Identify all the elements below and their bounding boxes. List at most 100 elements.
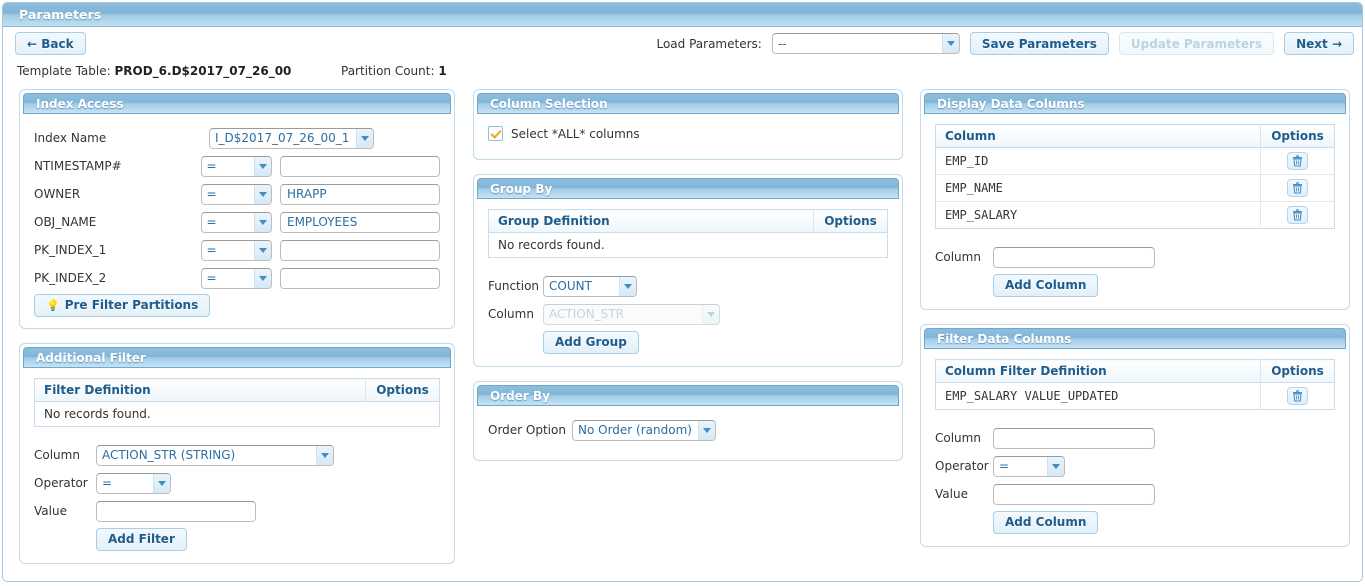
column-header-options: Options (365, 378, 440, 402)
chevron-down-icon[interactable] (254, 240, 271, 260)
index-filter-row: NTIMESTAMP# = (34, 152, 440, 180)
next-button[interactable]: Next → (1284, 32, 1354, 55)
delete-row-button[interactable] (1287, 152, 1308, 170)
column-middle: Column Selection Select *ALL* columns Gr… (473, 89, 903, 475)
table-row: EMP_SALARY VALUE_UPDATED (936, 382, 1335, 410)
additional-filter-operator-select[interactable]: = (96, 472, 171, 494)
column-right: Display Data Columns Column Options EMP_… (920, 89, 1350, 561)
select-all-columns-row[interactable]: Select *ALL* columns (488, 124, 888, 145)
add-filter-row: Add Filter (34, 525, 440, 553)
load-parameters-select[interactable]: -- (771, 33, 960, 54)
chevron-down-icon[interactable] (1047, 456, 1064, 476)
panel-filter-data-columns-header: Filter Data Columns (924, 328, 1346, 349)
chevron-down-icon (702, 304, 719, 324)
panel-display-data-columns-title: Display Data Columns (937, 97, 1085, 111)
chevron-down-icon[interactable] (698, 420, 715, 440)
chevron-down-icon[interactable] (254, 156, 271, 176)
group-by-column-select: ACTION_STR (543, 303, 720, 325)
index-filter-value-input[interactable] (280, 183, 440, 205)
filter-add-column-button-row: Add Column (935, 508, 1335, 536)
save-parameters-button[interactable]: Save Parameters (969, 32, 1109, 55)
chevron-down-icon[interactable] (316, 445, 333, 465)
display-column-name: EMP_SALARY (945, 208, 1018, 222)
filter-definition-text: EMP_SALARY VALUE_UPDATED (945, 389, 1119, 403)
additional-filter-value-input[interactable] (96, 500, 256, 522)
table-header-row: Column Filter Definition Options (935, 359, 1335, 383)
panel-index-access-title: Index Access (36, 97, 124, 111)
additional-filter-column-select[interactable]: ACTION_STR (STRING) (96, 444, 334, 466)
display-column-name: EMP_NAME (935, 174, 1261, 202)
add-group-row: Add Group (488, 328, 888, 356)
chevron-down-icon[interactable] (941, 34, 959, 53)
column-header-column: Column (935, 124, 1261, 148)
index-filter-operator-select[interactable]: = (200, 267, 272, 289)
group-by-function-select[interactable]: COUNT (543, 275, 637, 297)
select-all-columns-checkbox[interactable] (488, 126, 503, 141)
panel-group-by-title: Group By (490, 182, 553, 196)
display-data-columns-table: Column Options EMP_ID EMP_NAME EMP_SALAR… (935, 124, 1335, 229)
index-filter-value-input[interactable] (280, 155, 440, 177)
select-all-columns-label: Select *ALL* columns (511, 126, 640, 141)
pre-filter-row: 💡 Pre Filter Partitions (34, 292, 440, 318)
column-left: Index Access Index Name I_D$2017_07_26_0… (19, 89, 455, 578)
index-filter-operator-value: = (206, 243, 217, 257)
panel-column-selection: Column Selection Select *ALL* columns (473, 89, 903, 160)
add-display-column-button[interactable]: Add Column (993, 273, 1099, 297)
table-header-row: Group Definition Options (488, 209, 888, 233)
display-column-input[interactable] (993, 246, 1155, 268)
add-filter-button[interactable]: Add Filter (96, 527, 187, 551)
index-filter-operator-select[interactable]: = (200, 183, 272, 205)
row-options-cell (1260, 174, 1335, 202)
display-add-column-button-row: Add Column (935, 271, 1335, 299)
index-filter-value-input[interactable] (280, 211, 440, 233)
table-row: EMP_ID (935, 147, 1335, 175)
delete-row-button[interactable] (1287, 206, 1308, 224)
filter-value-input[interactable] (993, 483, 1155, 505)
filter-operator-select[interactable]: = (993, 455, 1065, 477)
index-filter-value-input[interactable] (280, 239, 440, 261)
order-option-row: Order Option No Order (random) (488, 416, 888, 444)
filter-data-columns-table: Column Filter Definition Options EMP_SAL… (935, 359, 1335, 410)
add-group-button[interactable]: Add Group (543, 330, 639, 354)
chevron-down-icon[interactable] (254, 268, 271, 288)
delete-row-button[interactable] (1287, 179, 1308, 197)
additional-filter-column-row: Column ACTION_STR (STRING) (34, 441, 440, 469)
additional-filter-column-label: Column (34, 448, 80, 462)
pre-filter-partitions-label: Pre Filter Partitions (64, 298, 199, 312)
delete-row-button[interactable] (1287, 387, 1308, 405)
chevron-down-icon[interactable] (619, 276, 636, 296)
chevron-down-icon[interactable] (356, 128, 373, 148)
order-option-select[interactable]: No Order (random) (572, 419, 716, 441)
partition-count-label: Partition Count: (341, 64, 435, 78)
row-options-cell (1260, 201, 1335, 229)
additional-filter-table: Filter Definition Options No records fou… (34, 378, 440, 427)
index-filter-operator-value: = (206, 271, 217, 285)
index-name-select[interactable]: I_D$2017_07_26_00_1 (209, 127, 374, 149)
index-filter-operator-select[interactable]: = (200, 239, 272, 261)
panel-index-access-header: Index Access (23, 93, 451, 114)
add-filter-column-button[interactable]: Add Column (993, 510, 1099, 534)
chevron-down-icon[interactable] (153, 473, 170, 493)
filter-column-input[interactable] (993, 427, 1155, 449)
index-filter-value-input[interactable] (280, 267, 440, 289)
table-row: No records found. (35, 402, 440, 427)
info-line: Template Table: PROD_6.D$2017_07_26_00 P… (17, 61, 1362, 85)
column-header-options: Options (813, 209, 888, 233)
index-filter-label: OWNER (34, 187, 81, 201)
back-button[interactable]: ← Back (15, 32, 86, 55)
template-table-info: Template Table: PROD_6.D$2017_07_26_00 (17, 64, 291, 78)
index-filter-operator-select[interactable]: = (200, 155, 272, 177)
index-filter-row: OWNER = (34, 180, 440, 208)
panel-column-selection-header: Column Selection (477, 93, 899, 114)
panel-order-by: Order By Order Option No Order (random) (473, 381, 903, 461)
index-filter-operator-value: = (206, 215, 217, 229)
filter-operator-value: = (999, 459, 1010, 473)
table-row: No records found. (489, 233, 888, 258)
chevron-down-icon[interactable] (254, 212, 271, 232)
index-filter-operator-select[interactable]: = (200, 211, 272, 233)
load-parameters-label: Load Parameters: (656, 36, 762, 51)
pre-filter-partitions-button[interactable]: 💡 Pre Filter Partitions (34, 293, 211, 317)
display-add-column-row: Column (935, 243, 1335, 271)
chevron-down-icon[interactable] (254, 184, 271, 204)
index-name-value: I_D$2017_07_26_00_1 (215, 131, 350, 145)
